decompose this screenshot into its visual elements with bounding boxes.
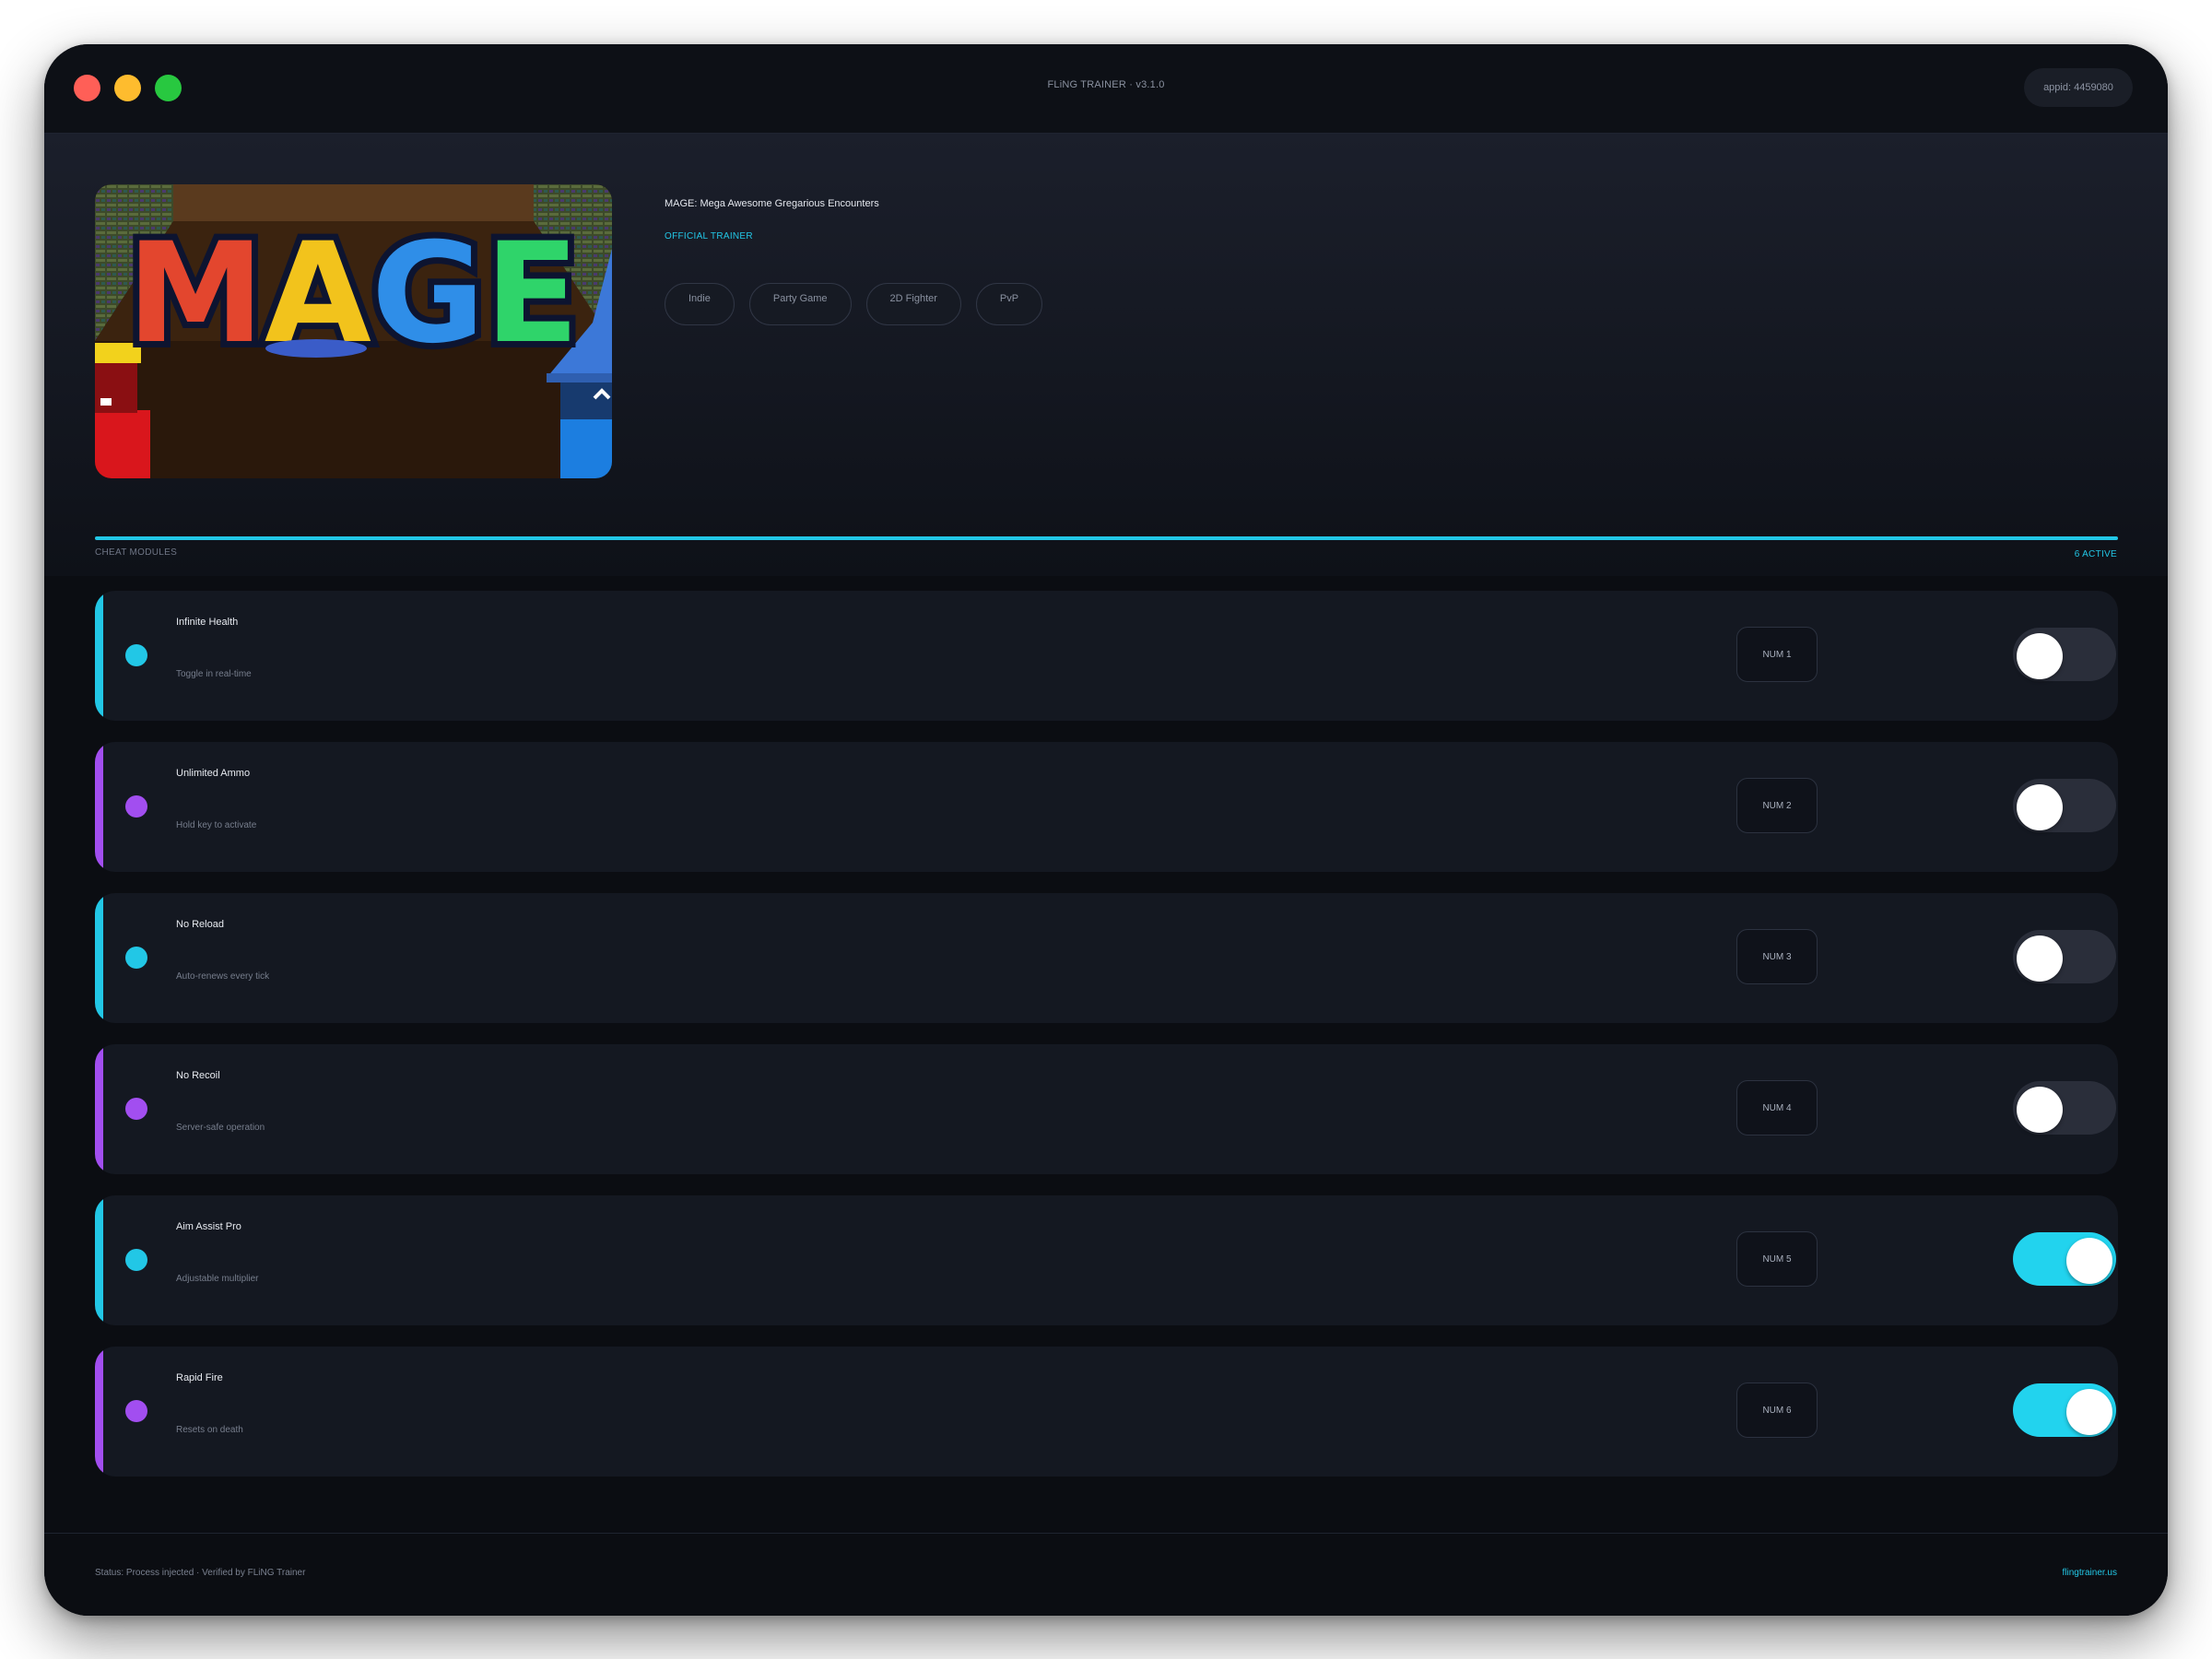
toggle-switch[interactable] bbox=[2013, 628, 2116, 681]
active-count: 6 ACTIVE bbox=[2074, 549, 2117, 559]
cheat-name: No Reload bbox=[176, 919, 224, 930]
cheat-name: Infinite Health bbox=[176, 617, 239, 628]
status-dot bbox=[125, 644, 147, 666]
toggle-switch[interactable] bbox=[2013, 930, 2116, 983]
trainer-window: FLiNG TRAINER · v3.1.0 appid: 4459080 MA… bbox=[44, 44, 2168, 1616]
toggle-knob bbox=[2017, 784, 2063, 830]
cheat-row-unlimited-ammo: Unlimited Ammo Hold key to activate NUM … bbox=[95, 742, 2118, 872]
cheat-modules-label: CHEAT MODULES bbox=[95, 547, 178, 558]
game-title: MAGE: Mega Awesome Gregarious Encounters bbox=[665, 198, 879, 209]
toggle-switch[interactable] bbox=[2013, 1081, 2116, 1135]
hotkey-badge[interactable]: NUM 2 bbox=[1736, 778, 1818, 833]
toggle-knob bbox=[2066, 1389, 2112, 1435]
cheat-accent-bar bbox=[95, 893, 103, 1023]
status-dot bbox=[125, 1400, 147, 1422]
title-bar: FLiNG TRAINER · v3.1.0 appid: 4459080 bbox=[44, 44, 2168, 134]
toggle-knob bbox=[2066, 1238, 2112, 1284]
status-dot bbox=[125, 1098, 147, 1120]
tag-pvp[interactable]: PvP bbox=[975, 283, 1043, 325]
cheat-row-rapid-fire: Rapid Fire Resets on death NUM 6 bbox=[95, 1347, 2118, 1477]
status-footer: Status: Process injected · Verified by F… bbox=[44, 1533, 2168, 1616]
game-header: MAGE MAGE MAGE: Mega Awesome Gregarious … bbox=[44, 134, 2168, 576]
hotkey-badge[interactable]: NUM 4 bbox=[1736, 1080, 1818, 1135]
tag-2d-fighter[interactable]: 2D Fighter bbox=[865, 283, 961, 325]
cheat-row-no-recoil: No Recoil Server-safe operation NUM 4 bbox=[95, 1044, 2118, 1174]
cheat-description: Resets on death bbox=[176, 1425, 243, 1435]
cheat-accent-bar bbox=[95, 1195, 103, 1325]
cheat-row-aim-assist-pro: Aim Assist Pro Adjustable multiplier NUM… bbox=[95, 1195, 2118, 1325]
toggle-switch[interactable] bbox=[2013, 1383, 2116, 1437]
status-text: Status: Process injected · Verified by F… bbox=[95, 1568, 306, 1578]
toggle-knob bbox=[2017, 633, 2063, 679]
status-dot bbox=[125, 795, 147, 818]
cheat-name: Rapid Fire bbox=[176, 1372, 223, 1383]
tag-indie[interactable]: Indie bbox=[665, 283, 735, 325]
toggle-switch[interactable] bbox=[2013, 1232, 2116, 1286]
website-link[interactable]: flingtrainer.us bbox=[2063, 1568, 2117, 1578]
cheat-description: Toggle in real-time bbox=[176, 669, 252, 679]
hotkey-badge[interactable]: NUM 5 bbox=[1736, 1231, 1818, 1287]
toggle-knob bbox=[2017, 1087, 2063, 1133]
cheat-row-no-reload: No Reload Auto-renews every tick NUM 3 bbox=[95, 893, 2118, 1023]
cheat-description: Hold key to activate bbox=[176, 820, 257, 830]
hotkey-badge[interactable]: NUM 3 bbox=[1736, 929, 1818, 984]
cheat-description: Server-safe operation bbox=[176, 1123, 265, 1133]
game-tags: Indie Party Game 2D Fighter PvP bbox=[665, 283, 1043, 325]
tag-party-game[interactable]: Party Game bbox=[748, 283, 852, 325]
cheat-description: Auto-renews every tick bbox=[176, 971, 270, 982]
toggle-knob bbox=[2017, 935, 2063, 982]
cheat-description: Adjustable multiplier bbox=[176, 1274, 259, 1284]
hotkey-badge[interactable]: NUM 1 bbox=[1736, 627, 1818, 682]
cheat-accent-bar bbox=[95, 1347, 103, 1477]
section-divider bbox=[95, 536, 2118, 540]
game-cover-art: MAGE MAGE bbox=[95, 184, 612, 478]
status-dot bbox=[125, 1249, 147, 1271]
appid-badge: appid: 4459080 bbox=[2024, 68, 2133, 107]
cheat-accent-bar bbox=[95, 1044, 103, 1174]
cheat-name: No Recoil bbox=[176, 1070, 220, 1081]
cheat-name: Aim Assist Pro bbox=[176, 1221, 241, 1232]
window-title: FLiNG TRAINER · v3.1.0 bbox=[1047, 79, 1165, 90]
hotkey-badge[interactable]: NUM 6 bbox=[1736, 1382, 1818, 1438]
cheat-name: Unlimited Ammo bbox=[176, 768, 251, 779]
official-trainer-badge: OFFICIAL TRAINER bbox=[665, 231, 753, 241]
status-dot bbox=[125, 947, 147, 969]
cheat-row-infinite-health: Infinite Health Toggle in real-time NUM … bbox=[95, 591, 2118, 721]
cheat-accent-bar bbox=[95, 591, 103, 721]
toggle-switch[interactable] bbox=[2013, 779, 2116, 832]
game-cover-image: MAGE MAGE bbox=[95, 184, 612, 478]
cheat-accent-bar bbox=[95, 742, 103, 872]
